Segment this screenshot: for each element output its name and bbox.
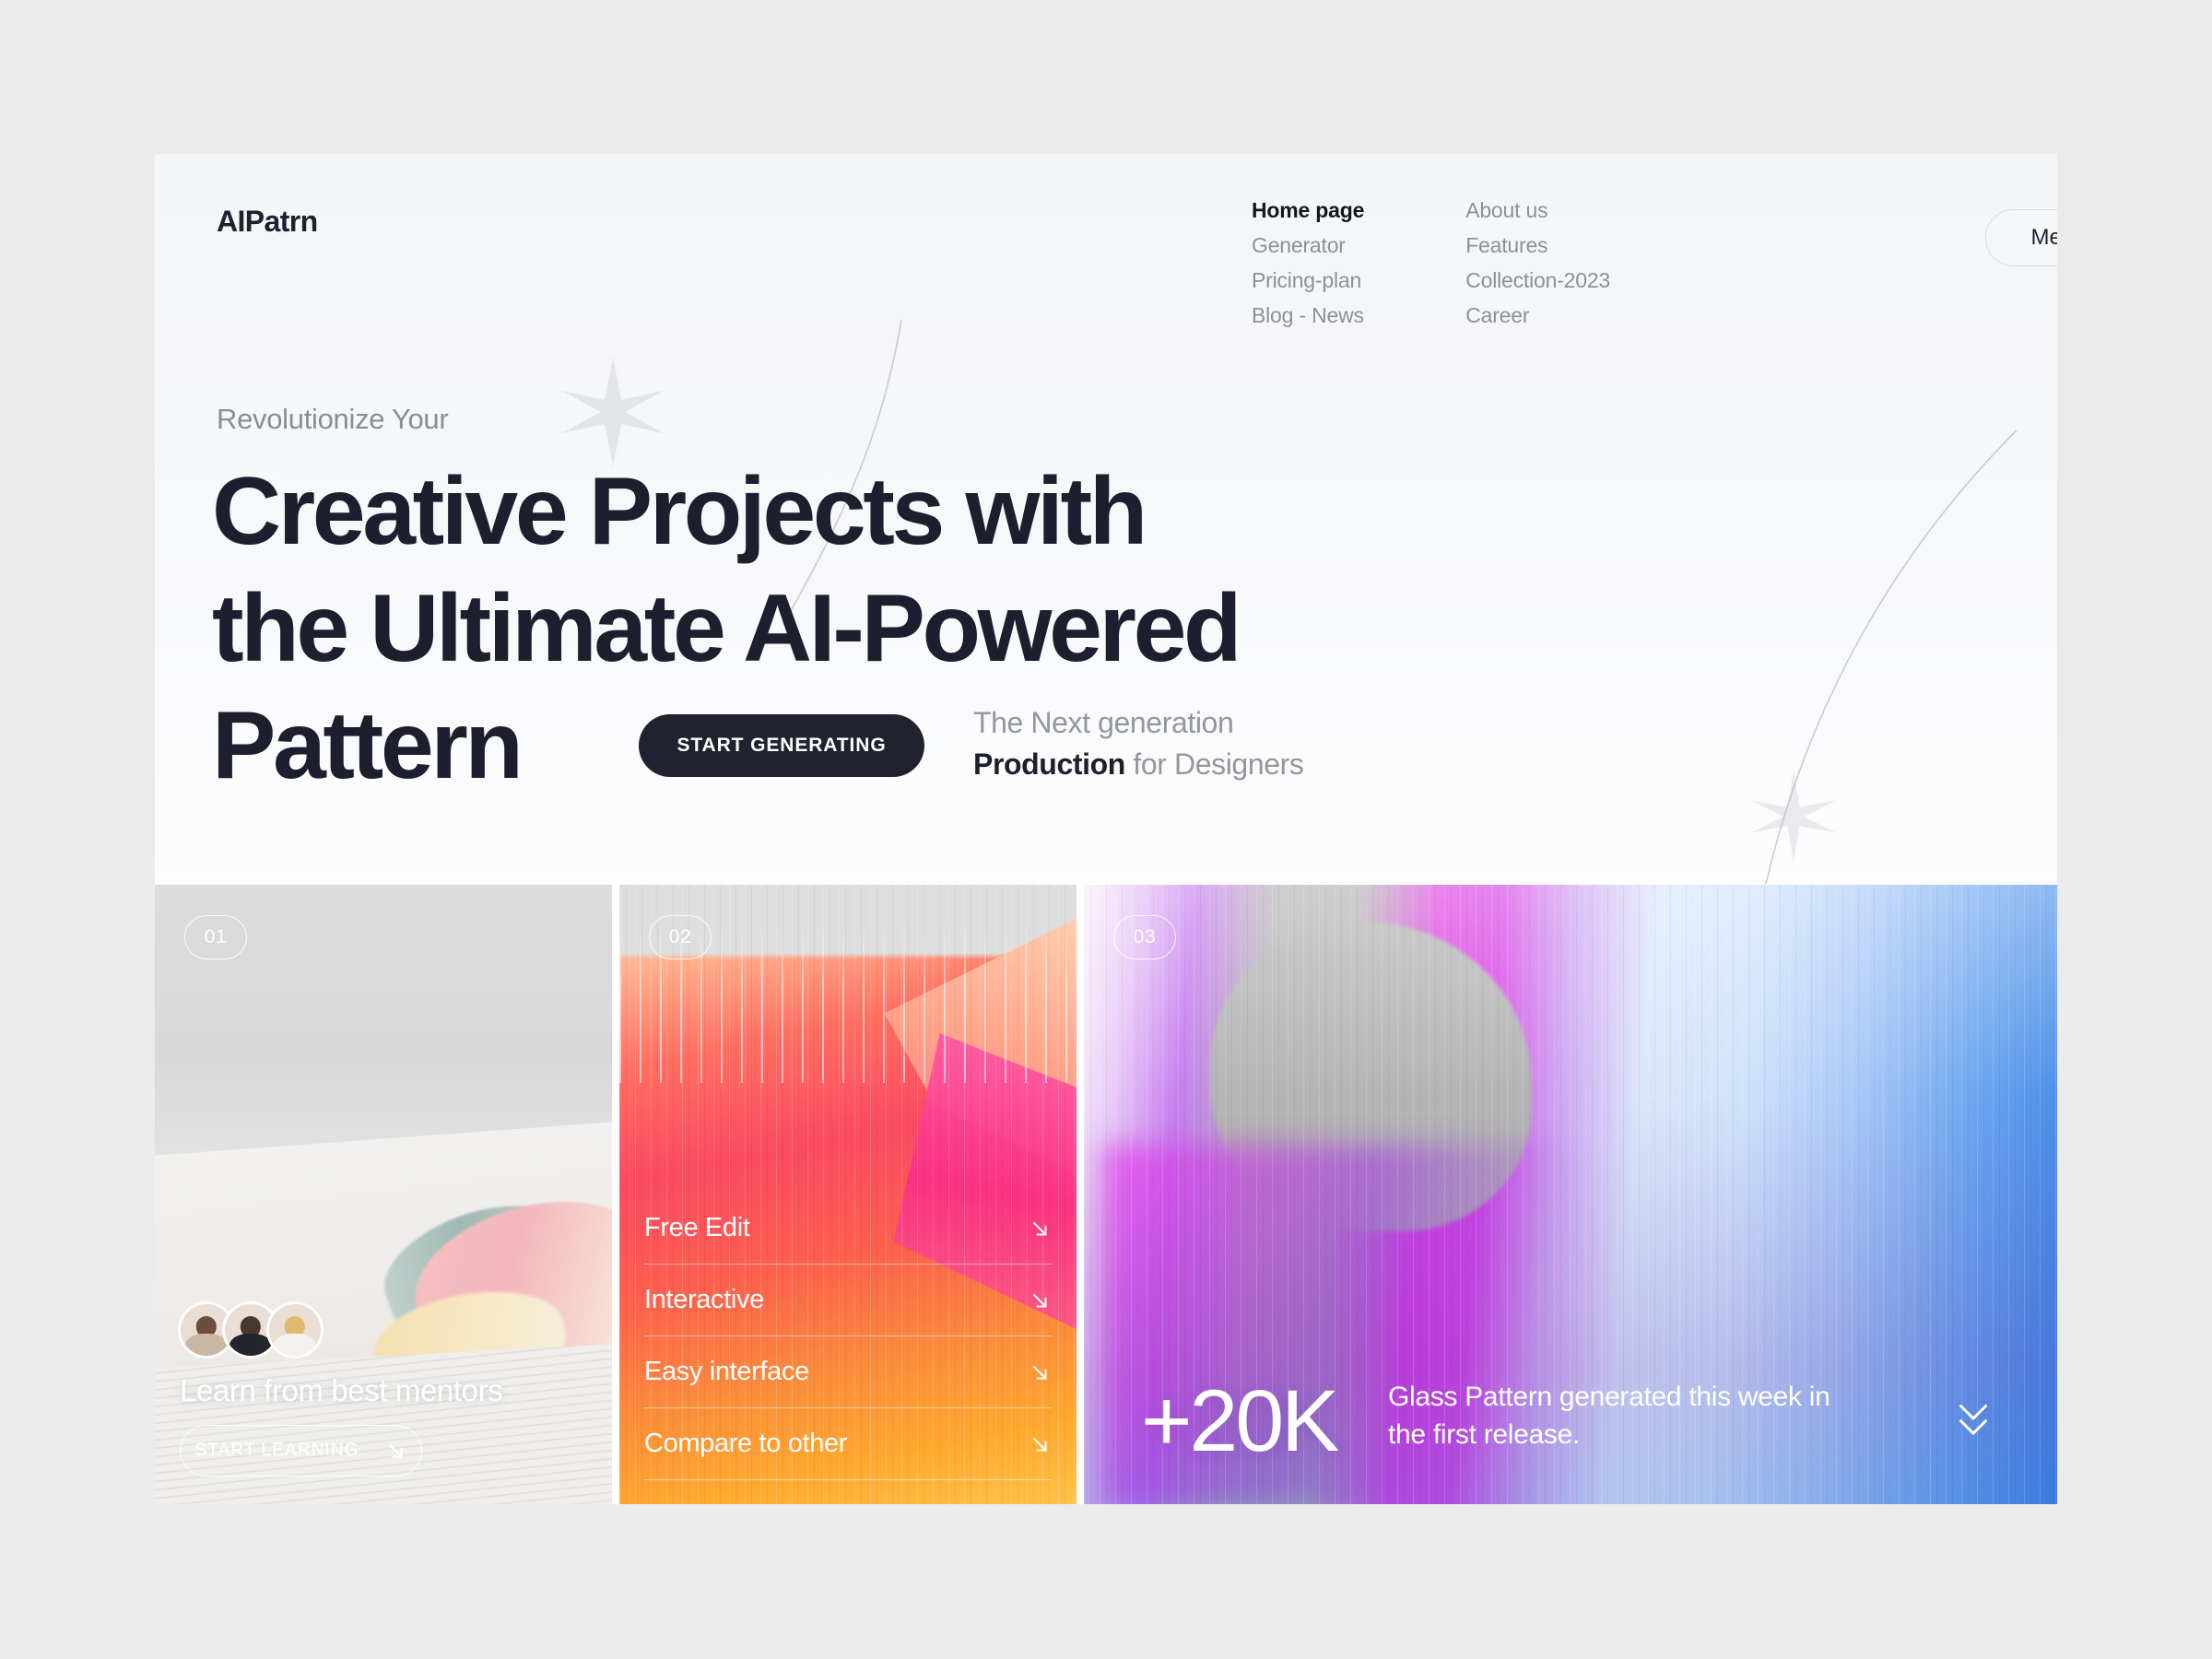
card-mentors-artwork [155,885,612,1504]
start-learning-label: START LEARNING [194,1441,359,1460]
card-mentors-title: Learn from best mentors [180,1373,503,1407]
feature-row-easy-interface[interactable]: Easy interface [644,1336,1052,1408]
primary-nav: Home page Generator Pricing-plan Blog - … [1252,199,1610,327]
start-generating-button[interactable]: START GENERATING [639,714,924,777]
nav-item-collection-2023[interactable]: Collection-2023 [1465,269,1610,291]
mentor-avatar-group [178,1301,324,1359]
nav-item-career[interactable]: Career [1465,304,1610,326]
landing-page: AIPatrn Home page Generator Pricing-plan… [155,154,2057,1504]
menu-button[interactable]: Menu [1985,209,2057,266]
nav-column-primary: Home page Generator Pricing-plan Blog - … [1252,199,1364,327]
arrow-down-right-icon [1032,1437,1047,1452]
feature-row-compare-to-other[interactable]: Compare to other [644,1408,1052,1480]
tagline-line-2: Production for Designers [973,744,1304,785]
hero-tagline: The Next generation Production for Desig… [973,702,1304,786]
nav-item-features[interactable]: Features [1465,234,1610,256]
tagline-line-1: The Next generation [973,706,1234,739]
double-chevron-down-icon[interactable] [1948,1394,1998,1443]
feature-list: Free Edit Interactive Easy interface Com… [644,1193,1052,1480]
card-badge-02: 02 [649,915,712,959]
hero-eyebrow: Revolutionize Your [217,403,449,435]
stat-description: Glass Pattern generated this week in the… [1388,1382,1830,1451]
arrow-down-right-icon [1032,1293,1047,1308]
decorative-sparkle-right [1749,771,1838,863]
feature-label: Easy interface [644,1357,809,1386]
nav-item-blog-news[interactable]: Blog - News [1252,304,1364,326]
arrow-down-right-icon [1032,1365,1047,1380]
nav-column-secondary: About us Features Collection-2023 Career [1465,199,1610,327]
top-bar: AIPatrn Home page Generator Pricing-plan… [155,154,2057,357]
feature-label: Compare to other [644,1429,848,1458]
feature-label: Free Edit [644,1213,750,1242]
card-badge-03: 03 [1113,915,1176,959]
nav-item-about-us[interactable]: About us [1465,199,1610,221]
headline-line-1: Creative Projects with [212,458,1147,565]
headline-line-2: the Ultimate AI-Powered [212,574,1242,682]
menu-button-label: Menu [2030,225,2057,250]
tagline-strong: Production [973,747,1125,782]
feature-row-free-edit[interactable]: Free Edit [644,1193,1052,1265]
stat-value: +20K [1141,1372,1340,1470]
arrow-down-right-icon [388,1443,403,1458]
arrow-down-right-icon [1032,1221,1047,1236]
card-badge-01: 01 [184,915,247,959]
card-stats[interactable]: 03 +20K Glass Pattern generated this wee… [1084,885,2057,1504]
feature-cards: 01 Learn from best mentors START LEARNIN… [155,885,2057,1504]
tagline-rest: for Designers [1124,747,1304,782]
feature-row-interactive[interactable]: Interactive [644,1265,1052,1336]
nav-item-pricing-plan[interactable]: Pricing-plan [1252,269,1364,291]
card-mentors[interactable]: 01 Learn from best mentors START LEARNIN… [155,885,612,1504]
nav-item-generator[interactable]: Generator [1252,234,1364,256]
nav-item-home-page[interactable]: Home page [1252,199,1364,221]
start-learning-button[interactable]: START LEARNING [180,1425,422,1477]
decorative-curve-right [1765,430,2018,885]
feature-label: Interactive [644,1285,764,1314]
card-features[interactable]: 02 Free Edit Interactive Easy interface … [619,885,1077,1504]
hero-section: AIPatrn Home page Generator Pricing-plan… [155,154,2057,885]
brand-logo[interactable]: AIPatrn [217,205,318,239]
avatar [266,1301,324,1359]
